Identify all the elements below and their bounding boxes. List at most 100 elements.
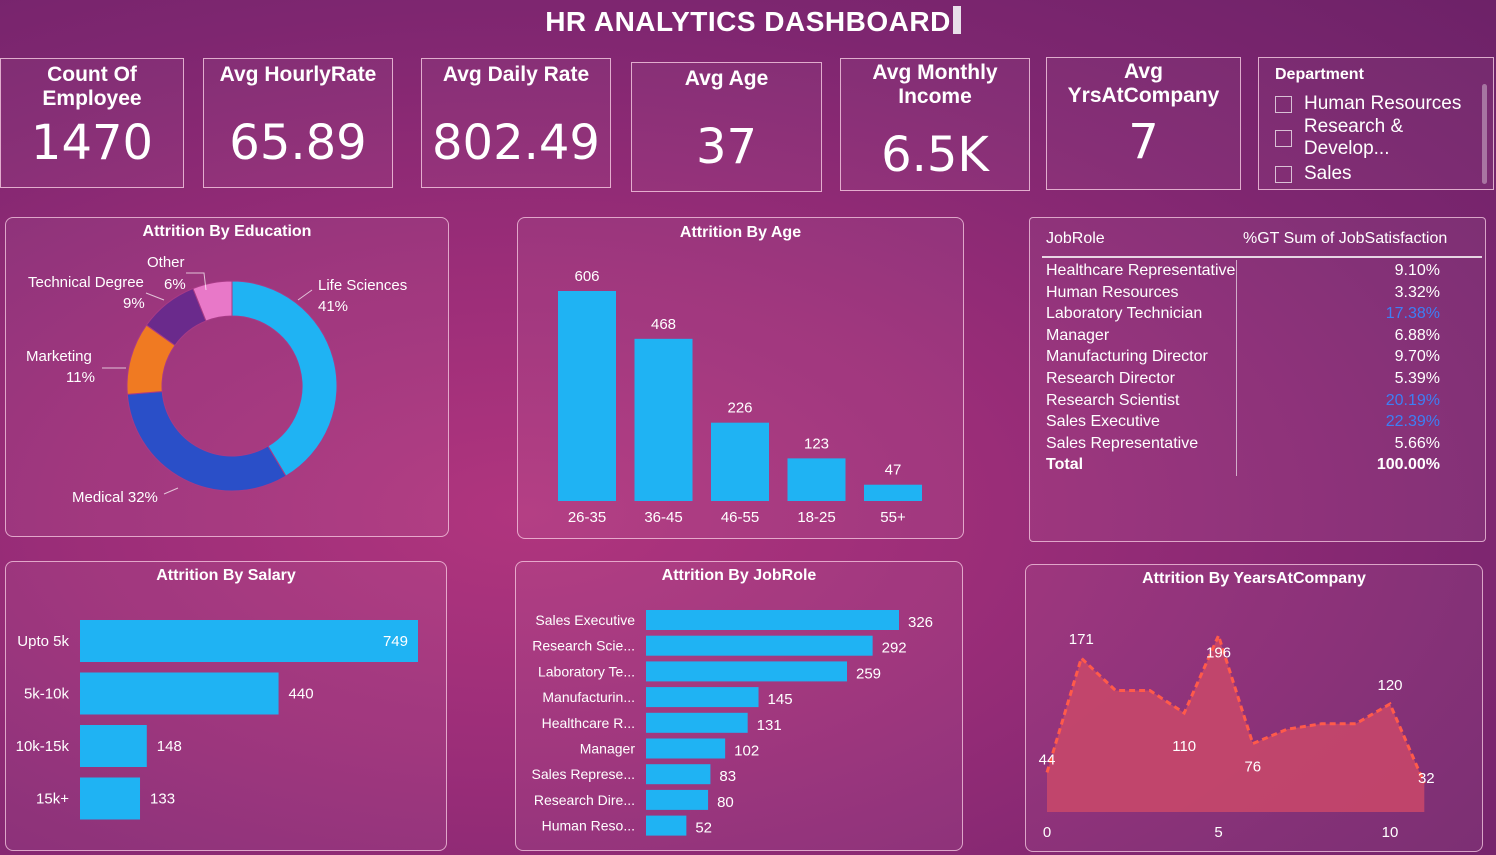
age-bar (711, 422, 769, 501)
department-slicer[interactable]: Department Human Resources Research & De… (1258, 57, 1494, 190)
jobrole-chart-panel[interactable]: Attrition By JobRole Sales Executive 326 R… (515, 561, 963, 851)
point-data-label: 171 (1069, 631, 1094, 648)
kpi-label: Count Of Employee (42, 63, 142, 110)
table-cell-percent: 20.19% (1385, 391, 1440, 409)
table-cell-percent: 3.32% (1394, 283, 1440, 301)
table-header-jobrole[interactable]: JobRole (1046, 230, 1105, 248)
age-bar (558, 291, 616, 501)
bar-data-label: 259 (856, 665, 881, 682)
job-satisfaction-table[interactable]: JobRole %GT Sum of JobSatisfaction Healt… (1029, 217, 1486, 542)
bar-data-label: 145 (768, 691, 793, 708)
table-cell-percent: 5.39% (1394, 370, 1440, 387)
y-tick-label: Human Reso... (542, 818, 635, 834)
checkbox[interactable] (1275, 95, 1292, 113)
jobrole-bar (646, 712, 748, 733)
table-cell-jobrole: Manager (1046, 326, 1110, 344)
table-cell-percent: 9.10% (1394, 262, 1440, 279)
point-data-label: 76 (1244, 759, 1261, 776)
kpi-value: 7 (1128, 114, 1159, 170)
bar-data-label: 749 (383, 633, 408, 650)
salary-bar (80, 777, 141, 820)
bar-data-label: 468 (651, 316, 676, 333)
salary-bar (80, 672, 279, 715)
table-row[interactable]: Research Director 5.39% (1030, 370, 1440, 391)
bar-data-label: 606 (574, 268, 599, 285)
kpi-card-employee-count[interactable]: Count Of Employee 1470 (0, 58, 184, 188)
table-cell-jobrole: Laboratory Technician (1046, 305, 1203, 323)
age-bar (634, 338, 693, 501)
age-bar-chart: 606 26-35 468 36-45 226 46-55 123 18-25 47 55+ (558, 268, 922, 526)
table-cell-percent: 17.38% (1385, 305, 1440, 323)
bar-data-label: 102 (734, 743, 759, 760)
leader-line (145, 292, 165, 301)
table-row[interactable]: Sales Executive 22.39% (1030, 413, 1440, 434)
title-cursor-bar (953, 6, 961, 34)
checkbox[interactable] (1275, 165, 1292, 183)
slice-label: Medical 32% (72, 489, 158, 506)
y-tick-label: Manufacturin... (542, 689, 635, 705)
table-row[interactable]: Human Resources 3.32% (1030, 284, 1440, 305)
salary-bar-chart: Upto 5k 749 5k-10k 440 10k-15k 148 15k+ 133 (16, 620, 418, 820)
y-tick-label: Research Dire... (534, 792, 635, 808)
jobrole-bar (646, 687, 759, 708)
table-cell-percent: 22.39% (1385, 413, 1440, 431)
slicer-option-research-development[interactable]: Research & Develop... (1275, 116, 1493, 159)
slice-percent-label: 41% (318, 298, 348, 315)
table-row[interactable]: Research Scientist 20.19% (1030, 392, 1440, 413)
bar-data-label: 326 (908, 614, 933, 631)
area-fill (1047, 635, 1425, 812)
table-cell-percent: 9.70% (1394, 348, 1440, 366)
table-cell-jobrole: Sales Representative (1046, 434, 1199, 452)
table-cell-jobrole: Human Resources (1046, 283, 1179, 301)
table-row[interactable]: Manager 6.88% (1030, 327, 1440, 348)
jobrole-bar (646, 610, 899, 630)
kpi-card-avg-monthly-income[interactable]: Avg Monthly Income 6.5K (840, 58, 1030, 191)
kpi-label: Avg YrsAtCompany (1067, 60, 1220, 107)
salary-bar (80, 620, 418, 662)
x-tick-label: 10 (1382, 824, 1399, 841)
table-header-divider (1042, 256, 1482, 258)
table-row[interactable]: Sales Representative 5.66% (1030, 435, 1440, 456)
kpi-label: Avg HourlyRate (219, 63, 377, 86)
x-tick-label: 55+ (880, 509, 906, 526)
salary-chart-panel[interactable]: Attrition By Salary Upto 5k 749 5k-10k 440 1… (5, 561, 447, 851)
x-tick-label: 26-35 (568, 509, 606, 526)
kpi-card-avg-daily-rate[interactable]: Avg Daily Rate 802.49 (421, 58, 611, 188)
education-donut-chart: Life Sciences 41% Medical 32% Marketing 11% T… (26, 254, 407, 506)
kpi-card-avg-age[interactable]: Avg Age 37 (631, 62, 822, 192)
point-data-label: 120 (1377, 677, 1402, 694)
kpi-label: Avg Monthly Income (872, 61, 998, 108)
point-data-label: 32 (1418, 770, 1435, 787)
y-tick-label: Healthcare R... (542, 715, 635, 731)
age-chart-panel[interactable]: Attrition By Age 606 26-35 468 36-45 226 46-5… (517, 217, 964, 539)
salary-bar (80, 725, 147, 767)
y-tick-label: Sales Represe... (532, 766, 636, 782)
years-chart-panel[interactable]: Attrition By YearsAtCompany 44 171 110 196 7… (1025, 564, 1483, 852)
bar-data-label: 131 (757, 717, 782, 734)
bar-data-label: 292 (882, 640, 907, 657)
kpi-card-avg-hourly-rate[interactable]: Avg HourlyRate 65.89 (203, 58, 393, 188)
bar-data-label: 80 (717, 794, 734, 811)
table-row[interactable]: Laboratory Technician 17.38% (1030, 305, 1440, 326)
age-bar (864, 484, 922, 501)
y-tick-label: 10k-15k (16, 738, 70, 755)
kpi-card-avg-years-at-company[interactable]: Avg YrsAtCompany 7 (1046, 57, 1241, 190)
y-tick-label: Laboratory Te... (538, 663, 635, 679)
slicer-option-sales[interactable]: Sales (1275, 162, 1352, 186)
bar-data-label: 47 (885, 462, 902, 479)
years-area-chart: 44 171 110 196 76 120 32 0 5 10 (1039, 631, 1435, 841)
slicer-scrollbar[interactable] (1482, 84, 1487, 184)
table-header-satisfaction[interactable]: %GT Sum of JobSatisfaction (1243, 230, 1447, 248)
slice-percent-label: 6% (164, 276, 186, 293)
slicer-option-human-resources[interactable]: Human Resources (1275, 92, 1461, 116)
table-cell-percent: 6.88% (1394, 326, 1440, 344)
education-chart-panel[interactable]: Attrition By Education Life Sciences 41% M… (5, 217, 449, 537)
table-row[interactable]: Healthcare Representative 9.10% (1030, 262, 1440, 283)
table-row[interactable]: Manufacturing Director 9.70% (1030, 348, 1440, 369)
y-tick-label: Manager (580, 741, 636, 757)
bar-data-label: 52 (695, 820, 712, 837)
bar-data-label: 83 (719, 768, 736, 785)
checkbox[interactable] (1275, 129, 1292, 147)
y-tick-label: Upto 5k (17, 633, 69, 650)
slice-label: Other (147, 254, 185, 271)
